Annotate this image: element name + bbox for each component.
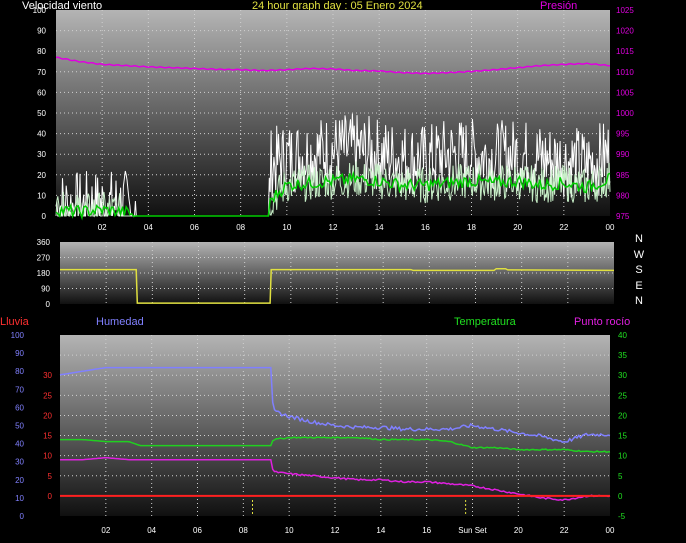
weather-x-tick: 12: [331, 526, 340, 535]
wind-x-tick: 10: [282, 223, 291, 232]
rain-axis-tick: 25: [43, 391, 52, 400]
compass-label: E: [635, 280, 642, 292]
wind-axis-tick: 40: [37, 130, 46, 139]
rain-axis-tick: 30: [43, 371, 52, 380]
wind-x-tick: 06: [190, 223, 199, 232]
temperature-axis-tick: 25: [618, 391, 627, 400]
temperature-axis-tick: 20: [618, 411, 627, 420]
weather-x-tick: 20: [514, 526, 523, 535]
humidity-axis-tick: 0: [20, 512, 25, 521]
weather-x-tick: 04: [147, 526, 156, 535]
humidity-axis-tick: 20: [15, 476, 24, 485]
humidity-axis-tick: 10: [15, 494, 24, 503]
wind-axis-tick: 100: [33, 6, 47, 15]
wind-axis-tick: 60: [37, 88, 46, 97]
temperature-axis-tick: 30: [618, 371, 627, 380]
weather-x-tick: 10: [285, 526, 294, 535]
pressure-axis-tick: 1015: [616, 47, 634, 56]
pressure-axis-tick: 995: [616, 130, 630, 139]
humidity-axis-tick: 90: [15, 349, 24, 358]
wind-x-tick: 14: [375, 223, 384, 232]
wind-x-tick: 18: [467, 223, 476, 232]
direction-axis-tick: 0: [46, 300, 51, 309]
pressure-axis-tick: 1005: [616, 88, 634, 97]
wind-axis-tick: 30: [37, 150, 46, 159]
weather-graph: Velocidad viento 24 hour graph day : 05 …: [0, 0, 686, 543]
temperature-axis-tick: 35: [618, 351, 627, 360]
pressure-axis-tick: 1025: [616, 6, 634, 15]
direction-axis-tick: 90: [41, 285, 50, 294]
wind-x-tick: 04: [144, 223, 153, 232]
wind-x-tick: 22: [559, 223, 568, 232]
compass-label: N: [635, 233, 643, 245]
humidity-axis-tick: 50: [15, 422, 24, 431]
weather-x-tick: 00: [606, 526, 615, 535]
temperature-axis-tick: 5: [618, 472, 623, 481]
wind-x-tick: 08: [236, 223, 245, 232]
weather-x-tick: 06: [193, 526, 202, 535]
wind-axis-tick: 80: [37, 47, 46, 56]
compass-label: W: [634, 249, 645, 261]
chart-canvas: 0102030405060708090100975980985990995100…: [11, 6, 645, 535]
wind-x-tick: 00: [606, 223, 615, 232]
direction-axis-tick: 360: [37, 238, 51, 247]
wind-x-tick: 02: [98, 223, 107, 232]
direction-axis-tick: 180: [37, 269, 51, 278]
rain-axis-tick: 15: [43, 432, 52, 441]
wind-axis-tick: 10: [37, 191, 46, 200]
pressure-axis-tick: 985: [616, 171, 630, 180]
weather-x-tick: 08: [239, 526, 248, 535]
wind-axis-tick: 70: [37, 68, 46, 77]
wind-axis-tick: 0: [42, 212, 47, 221]
humidity-axis-tick: 100: [11, 331, 25, 340]
temperature-axis-tick: 40: [618, 331, 627, 340]
humidity-axis-tick: 70: [15, 385, 24, 394]
compass-label: N: [635, 295, 643, 307]
temperature-axis-tick: 0: [618, 492, 623, 501]
weather-x-tick: 22: [560, 526, 569, 535]
wind-axis-tick: 50: [37, 109, 46, 118]
humidity-axis-tick: 40: [15, 440, 24, 449]
wind-x-tick: 16: [421, 223, 430, 232]
temperature-axis-tick: -5: [618, 512, 626, 521]
weather-x-tick: 16: [422, 526, 431, 535]
weather-x-tick: Sun Set: [458, 526, 487, 535]
rain-axis-tick: 0: [48, 492, 53, 501]
pressure-axis-tick: 1020: [616, 27, 634, 36]
wind-x-tick: 12: [329, 223, 338, 232]
rain-axis-tick: 20: [43, 411, 52, 420]
humidity-axis-tick: 60: [15, 403, 24, 412]
weather-x-tick: 02: [101, 526, 110, 535]
rain-axis-tick: 10: [43, 452, 52, 461]
wind-x-tick: 20: [513, 223, 522, 232]
temperature-axis-tick: 15: [618, 432, 627, 441]
pressure-axis-tick: 975: [616, 212, 630, 221]
pressure-axis-tick: 1010: [616, 68, 634, 77]
pressure-axis-tick: 990: [616, 150, 630, 159]
compass-label: S: [635, 264, 642, 276]
wind-axis-tick: 90: [37, 27, 46, 36]
pressure-axis-tick: 1000: [616, 109, 634, 118]
rain-axis-tick: 5: [48, 472, 53, 481]
temperature-axis-tick: 10: [618, 452, 627, 461]
pressure-axis-tick: 980: [616, 191, 630, 200]
direction-axis-tick: 270: [37, 254, 51, 263]
humidity-axis-tick: 80: [15, 367, 24, 376]
wind-axis-tick: 20: [37, 171, 46, 180]
humidity-axis-tick: 30: [15, 458, 24, 467]
weather-x-tick: 14: [376, 526, 385, 535]
